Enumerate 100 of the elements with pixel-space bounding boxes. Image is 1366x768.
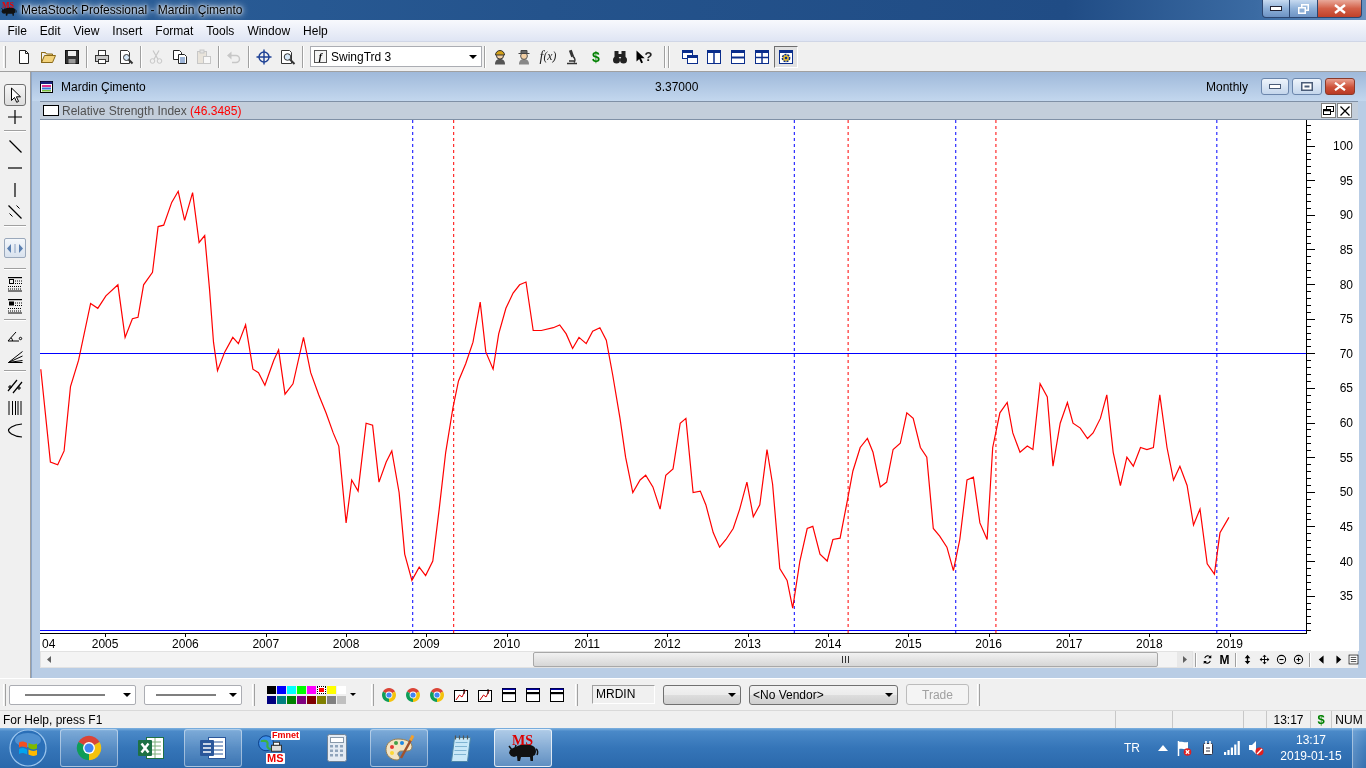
line-style-dropdown[interactable]	[9, 684, 136, 705]
diagonal-line-icon	[8, 139, 22, 153]
menu-item[interactable]: Window	[240, 21, 297, 40]
up-down-arrow-icon	[1242, 654, 1253, 665]
scroll-thumb[interactable]	[533, 652, 1158, 667]
start-button[interactable]	[8, 728, 48, 768]
menu-item[interactable]: Edit	[33, 21, 68, 40]
color-swatch[interactable]	[307, 685, 316, 694]
microscope-icon	[564, 48, 580, 65]
list-button[interactable]	[1347, 651, 1359, 668]
taskbar-button[interactable]	[184, 729, 242, 767]
vertical-line-icon	[14, 183, 16, 197]
pointer-tool[interactable]	[4, 84, 26, 106]
restore-button[interactable]	[1321, 103, 1336, 118]
color-swatch[interactable]	[307, 695, 316, 704]
dollar-button[interactable]: $	[584, 45, 608, 68]
up-arrow-icon[interactable]	[1158, 745, 1168, 751]
restore-button[interactable]	[1290, 0, 1318, 18]
y-axis-label: 35	[1339, 589, 1353, 604]
line-sample-icon	[25, 693, 105, 696]
y-axis-label: 65	[1339, 381, 1353, 396]
color-swatch[interactable]	[287, 685, 296, 694]
clock-time[interactable]: 13:17	[1296, 732, 1326, 748]
color-swatch[interactable]	[297, 685, 306, 694]
close-button[interactable]	[1337, 103, 1352, 118]
y-axis-label: 60	[1339, 416, 1353, 431]
copy-icon	[172, 48, 188, 65]
x-axis-label: 2013	[734, 637, 762, 651]
y-axis-label: 90	[1339, 208, 1353, 223]
color-swatch[interactable]	[317, 685, 326, 694]
help-button[interactable]: ?	[632, 45, 656, 68]
function-badge: f	[314, 50, 327, 63]
color-swatch[interactable]	[337, 695, 346, 704]
minimize-button[interactable]	[1262, 0, 1290, 18]
left-right-arrows-button[interactable]	[4, 238, 26, 258]
line-chart-box-icon	[453, 686, 469, 703]
m-button[interactable]: M	[1216, 651, 1233, 668]
menu-item[interactable]: Tools	[199, 21, 241, 40]
side-by-side-windows-icon	[706, 48, 722, 65]
calculator-icon	[327, 734, 347, 762]
printer-icon	[94, 48, 110, 65]
show-desktop-button[interactable]	[1352, 728, 1366, 768]
clock-date[interactable]: 2019-01-15	[1280, 748, 1342, 764]
power-plug-icon[interactable]	[1200, 740, 1216, 756]
taskbar-button[interactable]	[60, 729, 118, 767]
color-swatch[interactable]	[267, 685, 276, 694]
menu-item[interactable]: View	[67, 21, 106, 40]
menu-item[interactable]: Insert	[105, 21, 149, 40]
color-swatch[interactable]	[327, 685, 336, 694]
close-button[interactable]	[1325, 78, 1355, 95]
maximize-button[interactable]	[1292, 78, 1322, 95]
menu-item[interactable]: Help	[296, 21, 335, 40]
caret-icon	[469, 54, 477, 59]
color-swatch[interactable]	[277, 695, 286, 704]
x-axis-label: 2007	[252, 637, 280, 651]
color-swatch[interactable]	[277, 685, 286, 694]
cascade-windows-icon	[682, 48, 698, 65]
color-swatch[interactable]	[337, 685, 346, 694]
flag-icon[interactable]	[1176, 740, 1192, 756]
taskbar-button[interactable]	[370, 729, 428, 767]
legend-box-icon	[43, 105, 59, 116]
four-windows-icon	[754, 48, 770, 65]
vertical-lines-icon	[7, 400, 23, 416]
x-axis-label: 2019	[1216, 637, 1244, 651]
color-swatch[interactable]	[267, 695, 276, 704]
left-triangle-icon	[46, 656, 51, 663]
right-triangle-icon	[1333, 654, 1344, 665]
currency-indicator: $	[1317, 712, 1325, 727]
menu-item[interactable]: File	[1, 21, 34, 40]
x-axis-label: 2017	[1055, 637, 1083, 651]
y-axis-label: 100	[1332, 139, 1353, 154]
periodicity-label: Monthly	[1205, 79, 1248, 94]
horizontal-line-icon	[8, 167, 22, 169]
color-swatch[interactable]	[287, 695, 296, 704]
x-axis-label: 2016	[975, 637, 1003, 651]
caret-icon	[123, 692, 131, 697]
menu-item[interactable]: Format	[148, 21, 200, 40]
restore-icon	[1298, 3, 1309, 14]
language-indicator[interactable]: TR	[1124, 741, 1140, 755]
formula-dropdown[interactable]: f SwingTrd 3	[310, 46, 482, 67]
minimize-button[interactable]	[1261, 78, 1289, 95]
color-swatch[interactable]	[327, 695, 336, 704]
restore-icon	[1323, 106, 1334, 115]
close-button[interactable]	[1318, 0, 1362, 18]
symbol-field[interactable]: MRDIN	[592, 685, 655, 704]
speaker-muted-icon[interactable]	[1248, 740, 1264, 756]
caret-icon	[728, 692, 736, 697]
y-axis-label: 55	[1339, 450, 1353, 465]
y-axis-label: 45	[1339, 519, 1353, 534]
color-swatch[interactable]	[317, 695, 326, 704]
empty-dropdown[interactable]	[663, 684, 741, 705]
close-icon	[1333, 3, 1346, 14]
line-style-dropdown[interactable]	[144, 684, 242, 705]
maximize-icon	[1301, 82, 1313, 91]
list-icon	[1347, 654, 1359, 665]
signal-bars-icon[interactable]	[1224, 741, 1240, 755]
color-swatch[interactable]	[297, 695, 306, 704]
taskbar-button[interactable]: Fmnet MS	[246, 729, 304, 767]
vendor-dropdown[interactable]: <No Vendor>	[749, 684, 898, 705]
gear-window-button[interactable]	[774, 45, 798, 68]
